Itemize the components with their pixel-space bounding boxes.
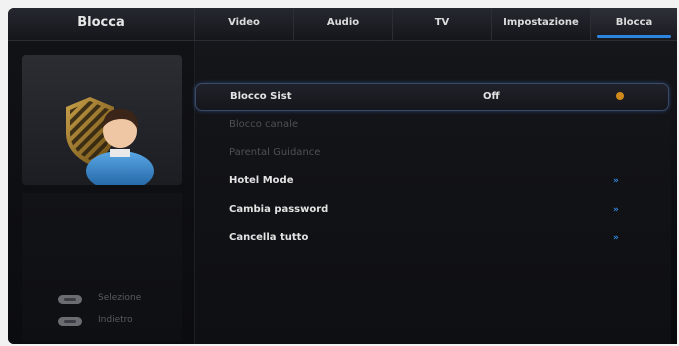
ok-remote-button-icon bbox=[58, 295, 82, 304]
menu-item-blocco-sist[interactable]: Blocco Sist Off bbox=[195, 83, 669, 111]
hint-selezione-label: Selezione bbox=[98, 293, 142, 303]
menu-item-blocco-canale: Blocco canale bbox=[195, 112, 667, 138]
menu-item-label: Hotel Mode bbox=[229, 175, 294, 186]
tab-blocca-label: Blocca bbox=[615, 17, 653, 28]
active-tab-indicator bbox=[597, 35, 671, 38]
top-bar: Blocca Video Audio TV Impostazione Blocc… bbox=[8, 8, 677, 41]
menu-item-label: Blocco canale bbox=[229, 119, 299, 130]
tab-tv[interactable]: TV bbox=[393, 8, 492, 40]
tab-blocca[interactable]: Blocca bbox=[591, 8, 677, 40]
menu-item-label: Cambia password bbox=[229, 204, 329, 215]
menu-item-label: Cancella tutto bbox=[229, 232, 309, 243]
left-panel: Selezione Indietro bbox=[8, 41, 195, 344]
double-chevron-right-icon: » bbox=[613, 233, 619, 243]
menu-item-parental-guidance: Parental Guidance bbox=[195, 140, 667, 166]
tv-menu-screen: Blocca Video Audio TV Impostazione Blocc… bbox=[8, 8, 677, 344]
menu-item-value: Off bbox=[483, 91, 500, 102]
info-icon bbox=[616, 92, 624, 100]
menu-item-label: Parental Guidance bbox=[229, 147, 321, 158]
lock-user-icon bbox=[66, 97, 154, 191]
menu-panel: Blocco Sist Off Blocco canale Parental G… bbox=[195, 57, 671, 344]
menu-item-label: Blocco Sist bbox=[230, 91, 292, 102]
tab-video[interactable]: Video bbox=[195, 8, 294, 40]
double-chevron-right-icon: » bbox=[613, 205, 619, 215]
page-title: Blocca bbox=[8, 8, 195, 40]
double-chevron-right-icon: » bbox=[613, 176, 619, 186]
tab-impostazione[interactable]: Impostazione bbox=[492, 8, 591, 40]
menu-item-hotel-mode[interactable]: Hotel Mode » bbox=[195, 168, 667, 194]
menu-item-cambia-password[interactable]: Cambia password » bbox=[195, 197, 667, 223]
lock-icon-card bbox=[22, 55, 182, 191]
tab-audio[interactable]: Audio bbox=[294, 8, 393, 40]
menu-item-cancella-tutto[interactable]: Cancella tutto » bbox=[195, 225, 667, 251]
menu-remote-button-icon bbox=[58, 317, 82, 326]
hint-indietro-label: Indietro bbox=[98, 315, 133, 325]
main-panel: Blocco Sist Off Blocco canale Parental G… bbox=[195, 41, 677, 344]
